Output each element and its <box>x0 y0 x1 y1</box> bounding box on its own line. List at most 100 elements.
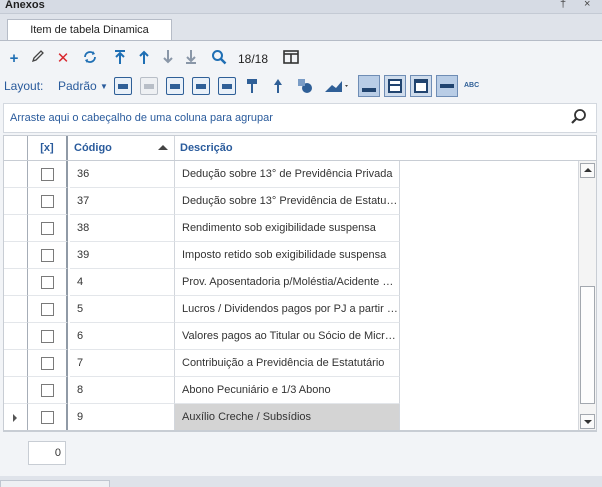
chevron-down-icon <box>584 420 592 424</box>
row-checkbox[interactable] <box>41 357 54 370</box>
record-toolbar: + ✕ 18/18 <box>4 45 324 73</box>
delete-layout-icon <box>140 77 158 95</box>
chart-style-icon[interactable] <box>324 77 350 95</box>
row-check-cell <box>28 215 68 242</box>
row-check-cell <box>28 323 68 350</box>
row-check-cell <box>28 350 68 377</box>
row-check-cell <box>28 269 68 296</box>
description-cell: Abono Pecuniário e 1/3 Abono <box>175 377 400 404</box>
fill-format-icon[interactable] <box>270 77 288 95</box>
view-header-button[interactable] <box>410 75 432 97</box>
row-check-cell <box>28 296 68 323</box>
scroll-down-button[interactable] <box>580 414 595 429</box>
description-cell: Auxílio Creche / Subsídios <box>175 404 400 430</box>
row-check-cell <box>28 188 68 215</box>
vertical-scrollbar[interactable] <box>578 161 596 430</box>
sort-ascending-icon <box>158 145 168 150</box>
column-header-check[interactable]: [x] <box>28 136 68 160</box>
row-indicator <box>4 269 28 296</box>
tab-item-tabela-dinamica[interactable]: Item de tabela Dinamica <box>7 19 172 42</box>
row-check-cell <box>28 404 68 430</box>
table-row[interactable]: 38 Rendimento sob exigibilidade suspensa <box>4 215 575 242</box>
table-row[interactable]: 5 Lucros / Dividendos pagos por PJ a par… <box>4 296 575 323</box>
columns-icon[interactable] <box>281 49 301 69</box>
row-checkbox[interactable] <box>41 303 54 316</box>
export-layout-icon[interactable] <box>192 77 210 95</box>
bottom-tab-stub[interactable] <box>0 480 110 487</box>
tab-strip: Item de tabela Dinamica <box>0 14 602 42</box>
view-split-rows-button[interactable] <box>384 75 406 97</box>
code-cell: 7 <box>70 350 175 377</box>
row-checkbox[interactable] <box>41 195 54 208</box>
view-filter-row-button[interactable] <box>436 75 458 97</box>
table-row[interactable]: 6 Valores pagos ao Titular ou Sócio de M… <box>4 323 575 350</box>
row-indicator <box>4 161 28 188</box>
description-cell: Dedução sobre 13° de Previdência Privada <box>175 161 400 188</box>
code-cell: 39 <box>70 242 175 269</box>
row-indicator <box>4 188 28 215</box>
add-layout-icon[interactable] <box>114 77 132 95</box>
add-icon[interactable]: + <box>4 49 24 69</box>
edit-icon[interactable] <box>28 49 48 69</box>
shapes-icon[interactable] <box>296 77 314 95</box>
import-layout-icon[interactable] <box>218 77 236 95</box>
table-row[interactable]: 8 Abono Pecuniário e 1/3 Abono <box>4 377 575 404</box>
save-layout-icon[interactable] <box>166 77 184 95</box>
row-checkbox[interactable] <box>41 276 54 289</box>
layout-label: Layout: <box>4 79 44 93</box>
scroll-up-button[interactable] <box>580 163 595 178</box>
table-row[interactable]: 36 Dedução sobre 13° de Previdência Priv… <box>4 161 575 188</box>
first-record-icon[interactable] <box>110 49 130 69</box>
paint-format-icon[interactable] <box>244 77 262 95</box>
table-row[interactable]: 39 Imposto retido sob exigibilidade susp… <box>4 242 575 269</box>
scroll-thumb[interactable] <box>580 286 595 404</box>
row-indicator-header <box>4 136 28 160</box>
row-indicator <box>4 323 28 350</box>
record-count-field: 0 <box>28 441 66 465</box>
column-header-code[interactable]: Código <box>69 136 175 160</box>
row-check-cell <box>28 242 68 269</box>
row-check-cell <box>28 377 68 404</box>
group-hint: Arraste aqui o cabeçalho de uma coluna p… <box>10 112 273 124</box>
row-checkbox[interactable] <box>41 249 54 262</box>
table-row[interactable]: 37 Dedução sobre 13° Previdência de Esta… <box>4 188 575 215</box>
row-checkbox[interactable] <box>41 411 54 424</box>
description-cell: Valores pagos ao Titular ou Sócio de Mic… <box>175 323 400 350</box>
grid-header: [x] Código Descrição <box>4 136 596 161</box>
layout-dropdown-icon[interactable]: ▼ <box>100 82 108 91</box>
table-row[interactable]: 7 Contribuição a Previdência de Estatutá… <box>4 350 575 377</box>
column-header-code-label: Código <box>74 142 112 154</box>
row-indicator <box>4 350 28 377</box>
table-row-selected[interactable]: 9 Auxílio Creche / Subsídios <box>4 404 575 430</box>
code-cell: 9 <box>70 404 175 430</box>
row-check-cell <box>28 161 68 188</box>
row-checkbox[interactable] <box>41 222 54 235</box>
grid-footer: 0 <box>3 431 597 472</box>
description-cell: Dedução sobre 13° Previdência de Estatut… <box>175 188 400 215</box>
spellcheck-icon[interactable]: ABC <box>464 77 486 95</box>
close-icon[interactable]: × <box>584 0 590 10</box>
code-cell: 4 <box>70 269 175 296</box>
row-checkbox[interactable] <box>41 384 54 397</box>
code-cell: 38 <box>70 215 175 242</box>
row-indicator <box>4 377 28 404</box>
code-cell: 5 <box>70 296 175 323</box>
pin-icon[interactable]: † <box>560 0 566 10</box>
table-row[interactable]: 4 Prov. Aposentadoria p/Moléstia/Acident… <box>4 269 575 296</box>
description-cell: Lucros / Dividendos pagos por PJ a parti… <box>175 296 400 323</box>
refresh-icon[interactable] <box>80 49 100 69</box>
view-single-row-button[interactable] <box>358 75 380 97</box>
next-record-icon[interactable] <box>158 49 178 69</box>
row-checkbox[interactable] <box>41 168 54 181</box>
previous-record-icon[interactable] <box>134 49 154 69</box>
column-header-description[interactable]: Descrição <box>175 136 400 160</box>
find-icon[interactable] <box>570 108 588 126</box>
search-icon[interactable] <box>209 49 229 69</box>
layout-select[interactable]: Padrão <box>58 79 97 93</box>
last-record-icon[interactable] <box>181 49 201 69</box>
row-checkbox[interactable] <box>41 330 54 343</box>
bottom-strip <box>0 476 602 487</box>
row-indicator <box>4 296 28 323</box>
delete-icon[interactable]: ✕ <box>53 49 73 69</box>
group-by-area[interactable]: Arraste aqui o cabeçalho de uma coluna p… <box>3 103 597 133</box>
